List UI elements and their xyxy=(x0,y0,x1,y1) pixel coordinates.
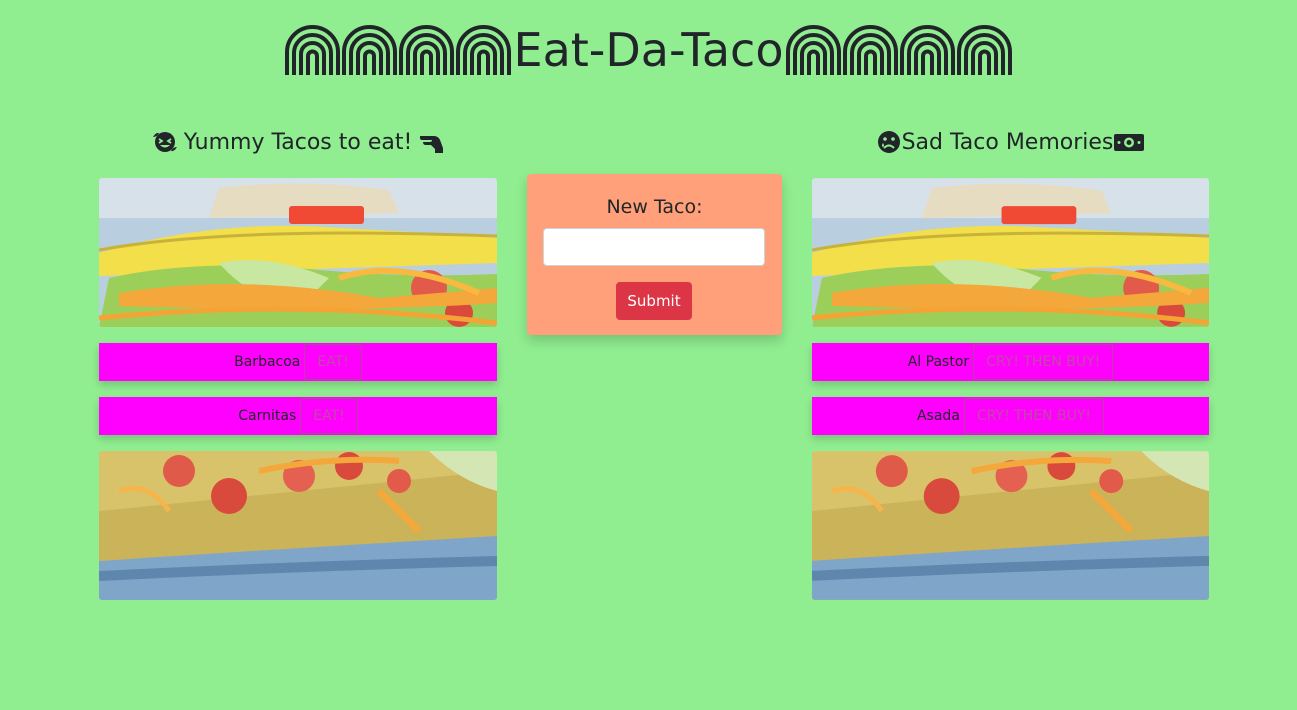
yummy-tacos-title: Yummy Tacos to eat! xyxy=(183,129,413,155)
taco-image-top-right xyxy=(812,178,1209,327)
page-header: Eat-Da-Taco xyxy=(0,22,1297,78)
rainbow-arch-icon xyxy=(786,25,842,75)
header-arches-left xyxy=(284,25,512,75)
new-taco-form: New Taco: Submit xyxy=(527,174,782,335)
page-title: Eat-Da-Taco xyxy=(513,23,784,77)
taco-name: Asada xyxy=(916,408,960,424)
eat-button[interactable]: EAT! xyxy=(304,344,362,380)
sad-taco-title: Sad Taco Memories xyxy=(901,129,1114,155)
taco-name: Barbacoa xyxy=(234,354,301,370)
hand-lizard-icon xyxy=(420,136,444,153)
yummy-tacos-heading: Yummy Tacos to eat! xyxy=(99,124,497,160)
cry-then-buy-button[interactable]: CRY! THEN BUY! xyxy=(963,398,1104,434)
rainbow-arch-icon xyxy=(957,25,1013,75)
rainbow-arch-icon xyxy=(455,25,511,75)
new-taco-input[interactable] xyxy=(543,228,765,266)
new-taco-label: New Taco: xyxy=(606,196,703,218)
taco-row-barbacoa: Barbacoa EAT! xyxy=(99,343,497,381)
sad-tear-icon xyxy=(877,131,900,153)
rainbow-arch-icon xyxy=(284,25,340,75)
taco-image-bottom-left xyxy=(99,451,497,600)
sad-taco-heading: Sad Taco Memories xyxy=(812,124,1209,160)
cry-then-buy-button[interactable]: CRY! THEN BUY! xyxy=(973,344,1114,380)
money-bill-icon xyxy=(1114,134,1145,151)
grin-squint-tears-icon xyxy=(152,132,177,152)
rainbow-arch-icon xyxy=(900,25,956,75)
taco-name: Al Pastor xyxy=(907,354,970,370)
taco-name: Carnitas xyxy=(238,408,297,424)
header-arches-right xyxy=(785,25,1013,75)
submit-button[interactable]: Submit xyxy=(616,282,692,320)
eat-button[interactable]: EAT! xyxy=(300,398,358,434)
taco-row-al-pastor: Al Pastor CRY! THEN BUY! xyxy=(812,343,1209,381)
rainbow-arch-icon xyxy=(398,25,454,75)
taco-image-bottom-right xyxy=(812,451,1209,600)
taco-image-top-left xyxy=(99,178,497,327)
rainbow-arch-icon xyxy=(341,25,397,75)
rainbow-arch-icon xyxy=(843,25,899,75)
taco-row-asada: Asada CRY! THEN BUY! xyxy=(812,397,1209,435)
taco-row-carnitas: Carnitas EAT! xyxy=(99,397,497,435)
